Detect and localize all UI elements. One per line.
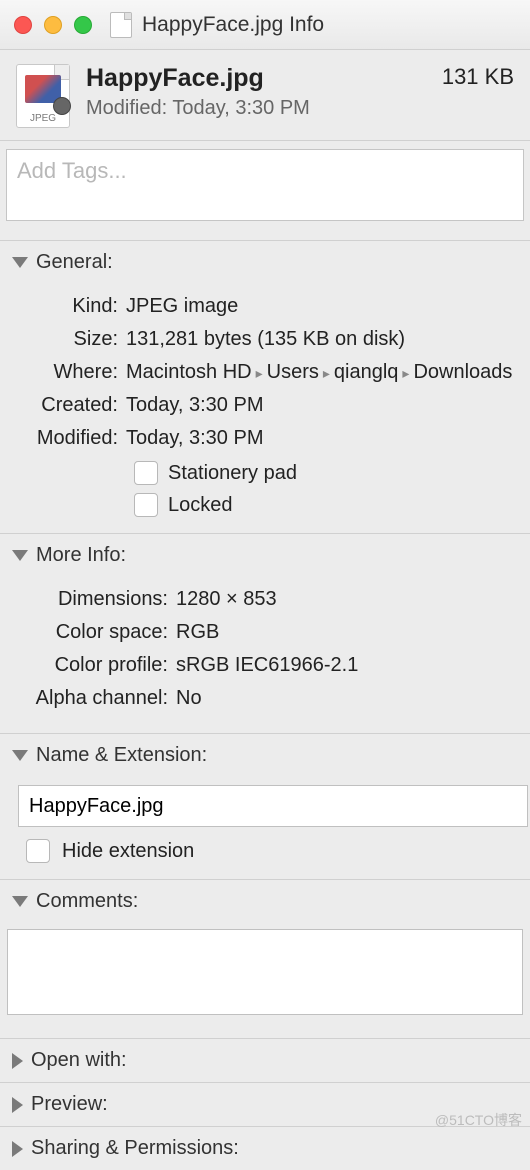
file-icon-sublabel: JPEG: [30, 113, 56, 124]
minimize-button[interactable]: [44, 16, 62, 34]
stationery-checkbox[interactable]: [134, 461, 158, 485]
name-extension-input[interactable]: [18, 785, 528, 827]
hide-extension-checkbox[interactable]: [26, 839, 50, 863]
chevron-right-icon: [12, 1053, 23, 1069]
path-separator-icon: ▸: [398, 363, 413, 383]
dimensions-label: Dimensions:: [16, 585, 176, 614]
section-header-more-info[interactable]: More Info:: [0, 534, 530, 577]
section-title-preview: Preview:: [31, 1093, 108, 1116]
kind-value: JPEG image: [126, 292, 514, 321]
section-open-with: Open with:: [0, 1039, 530, 1083]
stationery-label: Stationery pad: [168, 462, 297, 485]
zoom-button[interactable]: [74, 16, 92, 34]
section-header-general[interactable]: General:: [0, 241, 530, 284]
close-button[interactable]: [14, 16, 32, 34]
colorprofile-label: Color profile:: [16, 651, 176, 680]
alpha-label: Alpha channel:: [16, 684, 176, 713]
section-more-info: More Info: Dimensions:1280 × 853 Color s…: [0, 534, 530, 734]
alpha-value: No: [176, 684, 514, 713]
section-header-name-extension[interactable]: Name & Extension:: [0, 734, 530, 777]
created-label: Created:: [16, 391, 126, 420]
colorprofile-value: sRGB IEC61966-2.1: [176, 651, 514, 680]
tags-input[interactable]: [6, 149, 524, 221]
section-comments: Comments:: [0, 880, 530, 1039]
chevron-right-icon: [12, 1097, 23, 1113]
watermark: @51CTO博客: [435, 1110, 522, 1130]
modified-label: Modified:: [16, 424, 126, 453]
colorspace-label: Color space:: [16, 618, 176, 647]
titlebar-file-icon: [110, 12, 132, 38]
where-label: Where:: [16, 358, 126, 387]
section-title-comments: Comments:: [36, 890, 138, 913]
size-label: Size:: [16, 325, 126, 354]
file-name: HappyFace.jpg: [86, 64, 426, 93]
section-name-extension: Name & Extension: Hide extension: [0, 734, 530, 880]
window-controls: [14, 16, 92, 34]
comments-input[interactable]: [7, 929, 523, 1015]
section-title-sharing: Sharing & Permissions:: [31, 1137, 239, 1160]
section-title-more-info: More Info:: [36, 544, 126, 567]
kind-label: Kind:: [16, 292, 126, 321]
tags-section: [0, 141, 530, 241]
section-header-open-with[interactable]: Open with:: [0, 1039, 530, 1082]
chevron-right-icon: [12, 1141, 23, 1157]
section-title-open-with: Open with:: [31, 1049, 127, 1072]
chevron-down-icon: [12, 896, 28, 907]
section-header-sharing[interactable]: Sharing & Permissions:: [0, 1127, 530, 1170]
hide-extension-label: Hide extension: [62, 840, 194, 863]
chevron-down-icon: [12, 750, 28, 761]
section-sharing: Sharing & Permissions:: [0, 1127, 530, 1170]
chevron-down-icon: [12, 257, 28, 268]
section-title-name-extension: Name & Extension:: [36, 744, 207, 767]
file-size: 131 KB: [442, 64, 514, 90]
section-general: General: Kind:JPEG image Size:131,281 by…: [0, 241, 530, 534]
modified-value: Today, 3:30 PM: [126, 424, 514, 453]
created-value: Today, 3:30 PM: [126, 391, 514, 420]
size-value: 131,281 bytes (135 KB on disk): [126, 325, 514, 354]
colorspace-value: RGB: [176, 618, 514, 647]
file-modified: Modified: Today, 3:30 PM: [86, 97, 426, 120]
chevron-down-icon: [12, 550, 28, 561]
section-header-comments[interactable]: Comments:: [0, 880, 530, 923]
where-value: Macintosh HD▸Users▸qianglq▸Downloads: [126, 358, 514, 387]
locked-checkbox[interactable]: [134, 493, 158, 517]
file-header: JPEG HappyFace.jpg Modified: Today, 3:30…: [0, 50, 530, 141]
path-separator-icon: ▸: [319, 363, 334, 383]
section-title-general: General:: [36, 251, 113, 274]
locked-label: Locked: [168, 494, 233, 517]
window-title: HappyFace.jpg Info: [142, 13, 324, 37]
path-separator-icon: ▸: [252, 363, 267, 383]
dimensions-value: 1280 × 853: [176, 585, 514, 614]
titlebar: HappyFace.jpg Info: [0, 0, 530, 50]
file-thumbnail-icon: JPEG: [16, 64, 70, 128]
